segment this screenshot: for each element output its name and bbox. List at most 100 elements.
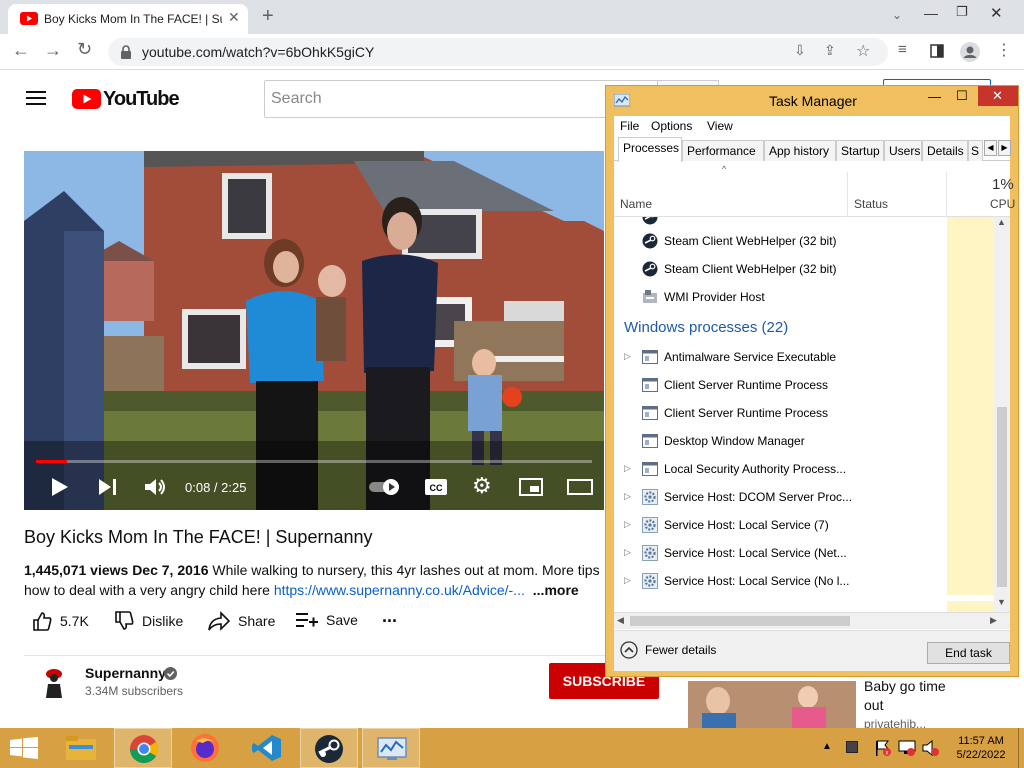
tm-menu-view[interactable]: View (707, 119, 733, 133)
expand-arrow-icon[interactable]: ▷ (624, 547, 631, 558)
process-row[interactable]: Steam Client WebHelper (32 bit) (614, 227, 994, 255)
install-icon[interactable]: ⇩ (794, 42, 806, 59)
suggested-thumbnail[interactable] (688, 681, 856, 728)
more-actions-button[interactable]: ... (382, 606, 397, 627)
process-row[interactable]: ▷ Antimalware Service Executable (614, 343, 994, 371)
restore-icon[interactable]: ❐ (956, 4, 968, 20)
forward-icon[interactable]: → (44, 40, 62, 61)
browser-close-icon[interactable]: ✕ (990, 4, 1003, 22)
tab-performance[interactable]: Performance (682, 140, 764, 161)
suggested-title[interactable]: Baby go time out (864, 677, 964, 715)
share-button[interactable]: Share (208, 611, 275, 631)
channel-avatar[interactable] (36, 662, 72, 702)
show-desktop-button[interactable] (1018, 728, 1024, 768)
show-hidden-icons[interactable]: ▲ (822, 741, 832, 752)
address-bar[interactable]: youtube.com/watch?v=6bOhkK5giCY ⇩ ⇪ ☆ (108, 38, 888, 66)
tray-app-icon[interactable] (846, 741, 858, 753)
progress-bar[interactable] (36, 460, 592, 463)
volume-muted-icon[interactable] (922, 740, 940, 756)
vertical-scroll-thumb[interactable] (997, 407, 1007, 587)
search-input[interactable]: Search (264, 80, 658, 118)
process-group-header[interactable]: Windows processes (22) (614, 311, 994, 343)
tab-details[interactable]: Details (922, 140, 968, 161)
process-row[interactable]: ▷ Service Host: DCOM Server Proc... (614, 483, 994, 511)
system-clock[interactable]: 11:57 AM 5/22/2022 (946, 734, 1016, 762)
tab-app-history[interactable]: App history (764, 140, 836, 161)
scroll-right-icon[interactable]: ▶ (990, 615, 997, 626)
tab-scroll-right-icon[interactable]: ▶ (998, 140, 1011, 156)
tm-minimize-icon[interactable]: — (928, 89, 941, 104)
settings-gear-icon[interactable]: ⚙ (472, 473, 492, 499)
taskbar-file-explorer[interactable] (52, 728, 110, 768)
like-button[interactable]: 5.7K (32, 611, 89, 631)
column-name[interactable]: Name (620, 197, 652, 211)
show-more[interactable]: ...more (533, 582, 579, 598)
browser-menu-icon[interactable]: ⋮ (996, 40, 1012, 60)
volume-icon[interactable] (144, 477, 166, 497)
next-video-icon[interactable] (98, 478, 118, 496)
expand-arrow-icon[interactable]: ▷ (624, 491, 631, 502)
windows-start-icon[interactable] (10, 737, 38, 759)
process-row[interactable]: ▷ Service Host: Local Service (Net... (614, 539, 994, 567)
video-player[interactable]: 0:08 / 2:25 CC ⚙ (24, 151, 604, 510)
process-row[interactable]: Client Server Runtime Process (614, 399, 994, 427)
expand-arrow-icon[interactable]: ▷ (624, 463, 631, 474)
dislike-button[interactable]: Dislike (114, 611, 183, 631)
column-cpu[interactable]: CPU (990, 197, 1015, 211)
fewer-details-button[interactable]: Fewer details (620, 641, 716, 659)
miniplayer-icon[interactable] (519, 477, 543, 497)
network-icon[interactable] (898, 740, 916, 756)
horizontal-scroll-thumb[interactable] (630, 616, 850, 626)
back-icon[interactable]: ← (12, 40, 30, 61)
process-row[interactable]: ▷ Local Security Authority Process... (614, 455, 994, 483)
taskbar-steam[interactable] (300, 728, 358, 768)
task-manager-titlebar[interactable]: Task Manager — ☐ ✕ (606, 86, 1018, 116)
scroll-down-icon[interactable]: ▼ (997, 597, 1006, 607)
process-row[interactable]: Steam Client WebHelper (32 bit) (614, 255, 994, 283)
tm-menu-file[interactable]: File (620, 119, 639, 133)
tm-horizontal-scrollbar[interactable]: ◀ ▶ (614, 612, 1010, 629)
expand-arrow-icon[interactable]: ▷ (624, 351, 631, 362)
video-description[interactable]: 1,445,071 views Dec 7, 2016 While walkin… (24, 560, 604, 600)
taskbar-task-manager[interactable] (362, 728, 420, 768)
tab-users[interactable]: Users (884, 140, 922, 161)
scroll-left-icon[interactable]: ◀ (617, 615, 624, 626)
taskbar-vscode[interactable] (238, 728, 296, 768)
tm-close-button[interactable]: ✕ (978, 86, 1018, 106)
action-center-flag-icon[interactable]: x (874, 740, 892, 756)
hamburger-menu-icon[interactable] (26, 90, 46, 106)
browser-tab[interactable]: Boy Kicks Mom In The FACE! | Supernanny … (8, 4, 248, 34)
tab-close-icon[interactable]: ✕ (228, 9, 240, 26)
taskbar-chrome[interactable] (114, 728, 172, 768)
process-row[interactable]: Client Server Runtime Process (614, 371, 994, 399)
autoplay-toggle-icon[interactable] (368, 478, 402, 496)
expand-arrow-icon[interactable]: ▷ (624, 575, 631, 586)
tab-services[interactable]: S (968, 140, 983, 161)
column-status[interactable]: Status (854, 197, 888, 211)
process-row[interactable]: ▷ Service Host: Local Service (7) (614, 511, 994, 539)
channel-name[interactable]: Supernanny (85, 665, 166, 681)
end-task-button[interactable]: End task (927, 642, 1010, 664)
reload-icon[interactable]: ↻ (77, 39, 92, 60)
minimize-icon[interactable]: — (924, 5, 938, 21)
tab-processes[interactable]: Processes (618, 137, 682, 162)
tm-maximize-icon[interactable]: ☐ (956, 88, 968, 104)
tab-startup[interactable]: Startup (836, 140, 884, 161)
process-row[interactable]: ▷ Service Host: Local Service (No l... (614, 567, 994, 595)
theater-mode-icon[interactable] (567, 478, 593, 496)
tab-scroll-left-icon[interactable]: ◀ (984, 140, 997, 156)
tab-search-icon[interactable]: ⌄ (892, 8, 902, 22)
process-row[interactable]: Desktop Window Manager (614, 427, 994, 455)
save-button[interactable]: Save (296, 611, 358, 629)
tm-menu-options[interactable]: Options (651, 119, 692, 133)
scroll-up-icon[interactable]: ▲ (997, 217, 1006, 227)
share-page-icon[interactable]: ⇪ (824, 42, 836, 59)
description-link[interactable]: https://www.supernanny.co.uk/Advice/-... (274, 582, 525, 598)
side-panel-icon[interactable] (930, 44, 944, 58)
process-row[interactable]: WMI Provider Host (614, 283, 994, 311)
expand-arrow-icon[interactable]: ▷ (624, 519, 631, 530)
play-icon[interactable] (51, 477, 69, 497)
taskbar-firefox[interactable] (176, 728, 234, 768)
captions-icon[interactable]: CC (424, 477, 448, 497)
media-control-icon[interactable]: ≡ (898, 41, 907, 58)
